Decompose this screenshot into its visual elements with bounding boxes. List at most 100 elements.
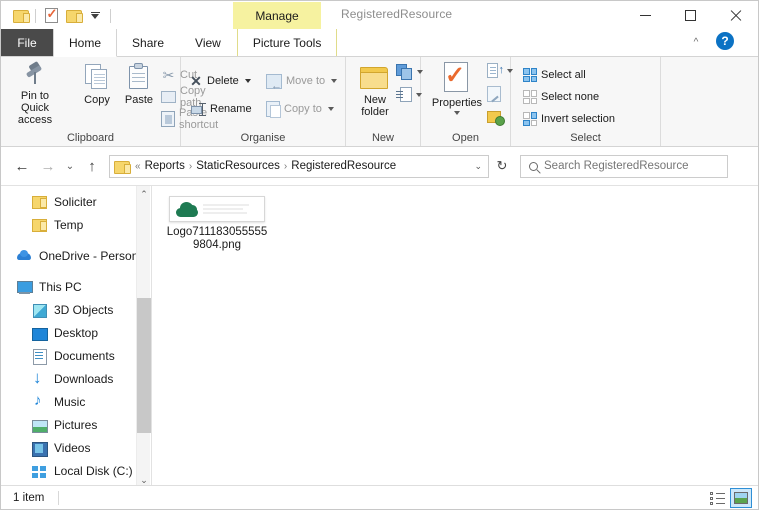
search-box[interactable]: Search RegisteredResource [520,154,728,178]
qat-folder-icon[interactable] [9,5,31,27]
sidebar-item-videos[interactable]: Videos [1,436,151,459]
contextual-tab-header[interactable]: Manage [233,2,321,29]
properties-label: Properties [431,97,483,109]
breadcrumb-overflow[interactable]: « [135,161,141,172]
qat-customize-dropdown[interactable] [84,5,106,27]
paste-button[interactable]: Paste [111,63,167,106]
sidebar-item-temp[interactable]: Temp [1,213,151,236]
qat-properties-icon[interactable] [40,5,62,27]
computer-icon [16,279,33,295]
up-button[interactable]: ↑ [79,153,105,179]
folder-icon [31,217,47,233]
sidebar-item-label: Temp [54,217,84,232]
item-count-label: 1 item [13,491,45,504]
organise-group-label: Organise [240,132,286,144]
scrollbar-thumb[interactable] [137,298,151,433]
chevron-down-icon [244,79,251,83]
invert-selection-button[interactable]: Invert selection [523,109,615,129]
ribbon-group-open: ✓ Properties ↑ Open [421,57,513,146]
new-item-button[interactable] [396,62,423,82]
address-bar[interactable]: « Reports › StaticResources › Registered… [109,154,489,178]
history-button[interactable] [487,107,505,127]
tab-share[interactable]: Share [117,29,180,56]
clipboard-group-label: Clipboard [66,132,115,144]
new-group-label: New [371,132,394,144]
select-all-button[interactable]: Select all [523,65,586,85]
view-mode-buttons [706,488,752,508]
sidebar-item-this-pc[interactable]: This PC [1,275,151,298]
sidebar-item-pictures[interactable]: Pictures [1,413,151,436]
breadcrumb-item-staticresources[interactable]: StaticResources [196,160,280,172]
tab-file[interactable]: File [1,29,53,56]
qat-new-folder-icon[interactable] [62,5,84,27]
file-item[interactable]: Logo7111830555559804.png [162,192,272,252]
tab-picture-tools[interactable]: Picture Tools [236,29,338,56]
maximize-button[interactable] [668,1,713,29]
open-with-button[interactable]: ↑ [487,61,513,81]
breadcrumb-item-registeredresource[interactable]: RegisteredResource [291,160,396,172]
edit-button[interactable] [487,84,501,104]
maximize-icon [685,9,696,21]
pictures-icon [31,417,48,433]
sidebar-item-music[interactable]: Music [1,390,151,413]
scroll-up-arrow[interactable]: ⌃ [137,186,151,202]
minimize-icon [640,14,651,16]
3d-objects-icon [31,302,47,318]
music-icon [31,392,47,410]
ribbon-group-clipboard: Pin to Quick access Copy Paste ✂ Cut Cop… [1,57,218,146]
sidebar-item-soliciter[interactable]: Soliciter [1,190,151,213]
sidebar-item-label: OneDrive - Person [39,248,139,263]
documents-icon [31,348,47,365]
easy-access-button[interactable] [396,85,422,105]
select-none-button[interactable]: Select none [523,87,599,107]
back-button[interactable]: ← [9,153,35,179]
tab-view[interactable]: View [180,29,237,56]
recent-locations-button[interactable]: ⌄ [61,153,79,179]
ribbon-collapse-button[interactable]: ^ [686,32,706,52]
file-thumbnail [169,196,265,222]
properties-button[interactable]: ✓ Properties [427,62,487,115]
chevron-down-icon [331,79,338,83]
navigation-pane-scrollbar[interactable]: ⌃ ⌄ [136,186,151,488]
move-to-button[interactable]: Move to [266,71,338,92]
sidebar-item-onedrive[interactable]: OneDrive - Person [1,244,151,267]
search-placeholder: Search RegisteredResource [544,160,689,172]
qat-separator-2 [110,8,111,23]
close-button[interactable] [713,1,758,29]
delete-button[interactable]: ✕ Delete [189,71,251,91]
sidebar-item-desktop[interactable]: Desktop [1,321,151,344]
new-item-icon [396,64,413,80]
cloud-logo-icon [176,201,198,217]
minimize-button[interactable] [623,1,668,29]
sidebar-item-label: Local Disk (C:) [54,463,133,478]
forward-button[interactable]: → [35,153,61,179]
pin-to-quick-access-button[interactable]: Pin to Quick access [7,61,63,126]
videos-icon [31,440,48,457]
breadcrumb-item-reports[interactable]: Reports [145,160,185,172]
sidebar-item-label: This PC [39,279,82,294]
quick-access-toolbar [9,4,115,27]
new-folder-button[interactable]: New folder [351,65,399,118]
explorer-body: Soliciter Temp OneDrive - Person This PC… [1,185,758,488]
copy-path-icon [161,91,176,103]
large-icons-view-button[interactable] [730,488,752,508]
rename-button[interactable]: Rename [189,99,252,119]
sidebar-item-label: Soliciter [54,194,97,209]
copy-to-button[interactable]: Copy to [266,99,334,119]
sidebar-item-3d-objects[interactable]: 3D Objects [1,298,151,321]
sidebar-item-label: Desktop [54,325,99,340]
sidebar-item-downloads[interactable]: Downloads [1,367,151,390]
downloads-icon [31,368,47,388]
tab-home[interactable]: Home [53,29,118,57]
refresh-button[interactable]: ↻ [489,155,515,178]
sidebar-item-local-disk-c[interactable]: Local Disk (C:) [1,459,151,482]
navigation-pane: Soliciter Temp OneDrive - Person This PC… [1,186,151,488]
pin-label-line1: Pin to Quick [20,90,50,114]
new-folder-label-line2: folder [361,106,389,118]
address-dropdown-icon[interactable]: ⌄ [474,161,484,172]
file-list-area[interactable]: Logo7111830555559804.png [152,186,758,488]
help-button[interactable]: ? [716,32,734,50]
sidebar-item-documents[interactable]: Documents [1,344,151,367]
details-view-button[interactable] [706,488,728,508]
copy-label: Copy [84,94,110,106]
